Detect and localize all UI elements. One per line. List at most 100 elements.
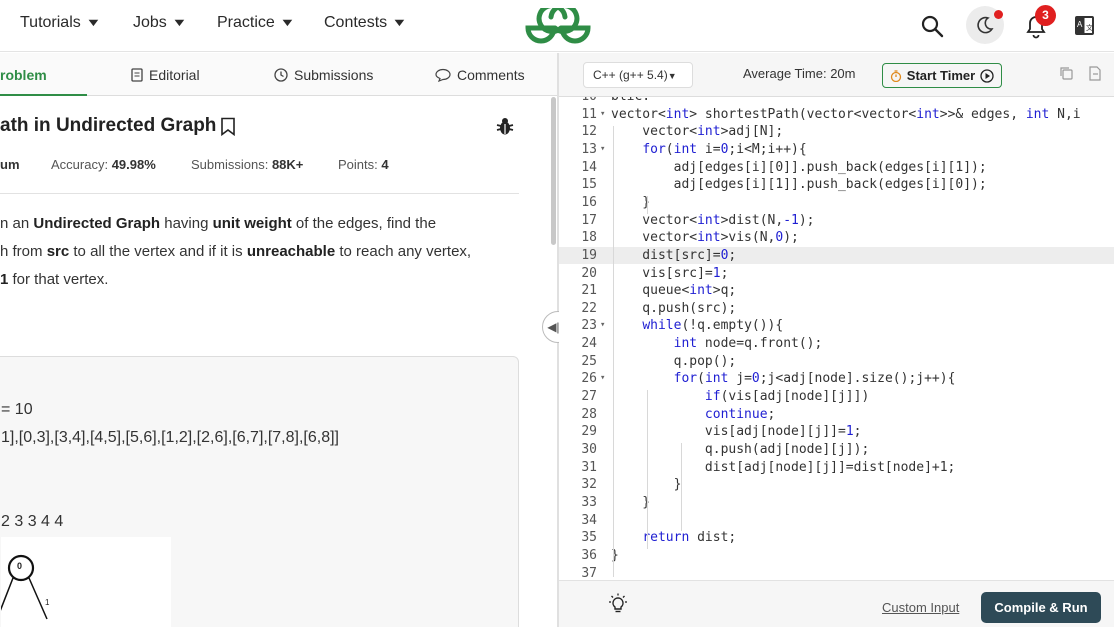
fold-arrow-icon[interactable]: ▾ — [600, 106, 605, 124]
line-number: 34 — [581, 512, 597, 528]
bookmark-icon[interactable] — [220, 117, 236, 136]
code-text: if(vis[adj[node][j]]) — [704, 389, 870, 405]
points-stat: Points: 4 — [338, 157, 389, 172]
tab-problem[interactable]: roblem — [0, 67, 47, 83]
code-text: vector<int>dist(N,-1); — [611, 212, 815, 228]
code-text: q.pop(); — [611, 353, 737, 369]
code-line: 17 vector<int>dist(N,-1); — [559, 212, 1114, 230]
difficulty-label: um — [0, 157, 20, 172]
code-text: continue; — [704, 406, 776, 422]
play-icon — [980, 68, 994, 83]
line-number: 30 — [581, 442, 597, 457]
line-number: 11 — [581, 106, 597, 122]
code-text: q.push(adj[node][j]); — [611, 442, 870, 457]
language-select[interactable]: C++ (g++ 5.4)▼ — [583, 62, 693, 88]
line-number: 25 — [581, 353, 597, 369]
line-number: 28 — [581, 406, 597, 422]
average-time: Average Time: 20m — [743, 66, 856, 81]
tab-comments[interactable]: Comments — [435, 67, 525, 83]
line-number: 14 — [581, 159, 597, 175]
start-timer-button[interactable]: Start Timer — [882, 63, 1002, 88]
fold-arrow-icon[interactable]: ▾ — [600, 317, 605, 335]
tab-submissions[interactable]: Submissions — [274, 67, 373, 83]
code-text: } — [611, 494, 651, 510]
indent-guide — [613, 126, 614, 577]
compile-run-button[interactable]: Compile & Run — [981, 592, 1101, 623]
code-text: blic: — [611, 97, 650, 106]
tab-label: Editorial — [149, 67, 200, 83]
code-text: vis[src]=1; — [611, 265, 729, 281]
code-line: 34 — [559, 512, 1114, 530]
problem-title-text: ath in Undirected Graph — [0, 115, 217, 136]
code-line: 20 vis[src]=1; — [559, 265, 1114, 283]
tab-label: Submissions — [294, 67, 374, 83]
line-number: 31 — [581, 459, 597, 475]
code-line: 18 vector<int>vis(N,0); — [559, 229, 1114, 247]
line-number: 20 — [581, 265, 597, 281]
example-input-edges: 1],[0,3],[3,4],[4,5],[5,6],[1,2],[2,6],[… — [1, 429, 339, 446]
notification-badge: 3 — [1035, 5, 1056, 26]
chevron-down-icon: ▼ — [85, 17, 102, 29]
line-number: 36 — [581, 547, 597, 563]
theme-toggle-button[interactable] — [966, 6, 1004, 44]
example-box: = 10 1],[0,3],[3,4],[4,5],[5,6],[1,2],[2… — [0, 356, 519, 627]
line-number: 29 — [581, 424, 597, 440]
bug-icon[interactable] — [495, 116, 515, 136]
code-line: 10 blic: — [559, 97, 1114, 106]
code-line: 32 } — [559, 476, 1114, 494]
problem-description-line: n an Undirected Graph having unit weight… — [0, 215, 437, 232]
custom-input-link[interactable]: Custom Input — [882, 600, 959, 615]
code-line: 37 — [559, 565, 1114, 580]
menu-contests[interactable]: Contests ▼ — [324, 14, 408, 32]
indent-guide — [681, 443, 682, 531]
fullscreen-icon[interactable] — [1087, 66, 1102, 81]
copy-icon[interactable] — [1059, 66, 1074, 81]
editor-panel: C++ (g++ 5.4)▼ Average Time: 20m Start T… — [559, 53, 1114, 627]
tab-label: roblem — [0, 67, 47, 83]
tab-editorial[interactable]: Editorial — [131, 67, 200, 83]
clock-icon — [274, 68, 288, 82]
chevron-down-icon: ▼ — [391, 17, 408, 29]
line-number: 33 — [581, 494, 597, 510]
problem-title: ath in Undirected Graph — [0, 115, 236, 137]
example-output: 2 3 3 4 4 — [1, 513, 64, 530]
code-text: for(int j=0;j<adj[node].size();j++){ — [673, 371, 956, 387]
accuracy-stat: Accuracy: 49.98% — [51, 157, 156, 172]
gfg-logo[interactable] — [524, 8, 592, 44]
problem-description-line: h from src to all the vertex and if it i… — [0, 243, 472, 260]
problem-scrollbar[interactable] — [551, 97, 556, 245]
code-line: 16 } — [559, 194, 1114, 212]
menu-label: Tutorials — [20, 14, 81, 31]
line-number: 19 — [581, 247, 597, 263]
code-text: vector<int>vis(N,0); — [611, 230, 799, 246]
search-icon[interactable] — [920, 14, 944, 38]
translate-icon[interactable]: A 文 — [1075, 16, 1094, 35]
menu-tutorials[interactable]: Tutorials ▼ — [20, 14, 102, 32]
code-text: for(int i=0;i<M;i++){ — [642, 141, 807, 157]
graph-diagram — [0, 554, 48, 620]
code-line: 19 dist[src]=0; — [559, 246, 1114, 265]
graph-edge-label: 1 — [45, 598, 50, 607]
menu-label: Practice — [217, 14, 275, 31]
line-number: 15 — [581, 177, 597, 193]
menu-jobs[interactable]: Jobs ▼ — [133, 14, 187, 32]
code-text: queue<int>q; — [611, 283, 737, 299]
line-number: 35 — [581, 530, 597, 546]
code-text: return dist; — [642, 530, 737, 546]
menu-practice[interactable]: Practice ▼ — [217, 14, 296, 32]
code-line: 13 ▾ for(int i=0;i<M;i++){ — [559, 141, 1114, 159]
line-number: 16 — [581, 194, 597, 210]
code-line: 25 q.pop(); — [559, 353, 1114, 371]
code-text: adj[edges[i][0]].push_back(edges[i][1]); — [611, 159, 987, 175]
code-line: 33 } — [559, 494, 1114, 512]
lightbulb-icon[interactable] — [607, 593, 629, 615]
divider — [0, 193, 519, 194]
fold-arrow-icon[interactable]: ▾ — [600, 141, 605, 159]
line-number: 23 — [581, 318, 597, 334]
moon-icon — [977, 16, 994, 34]
code-editor[interactable]: 37 36} 35 return dist; 34 33 } 32 } 31 dist[ad… — [559, 97, 1114, 580]
fold-arrow-icon[interactable]: ▾ — [600, 370, 605, 388]
chevron-down-icon: ▼ — [279, 17, 296, 29]
problem-description-line: 1 for that vertex. — [0, 271, 109, 288]
code-text: dist[adj[node][j]]=dist[node]+1; — [611, 459, 956, 475]
